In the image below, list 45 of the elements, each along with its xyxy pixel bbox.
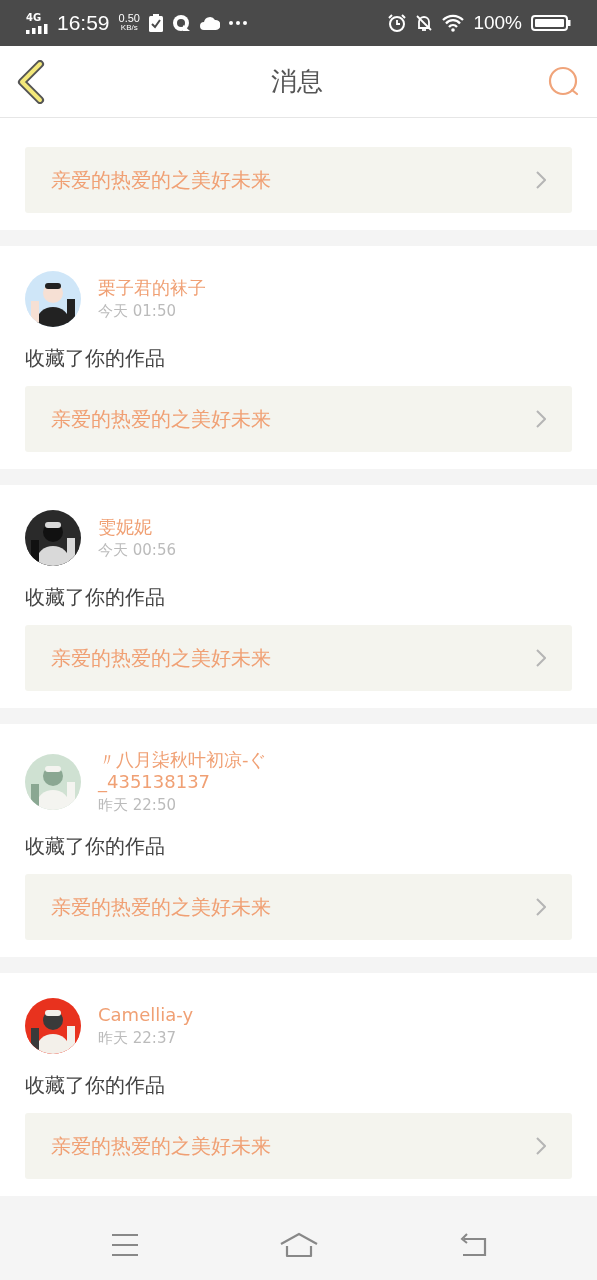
message-time: 昨天 22:50	[98, 796, 177, 815]
message-text: 收藏了你的作品	[25, 833, 166, 859]
work-title: 亲爱的热爱的之美好未来	[51, 644, 271, 672]
home-icon[interactable]	[278, 1232, 319, 1258]
battery-icon	[531, 15, 571, 31]
cloud-icon	[200, 15, 220, 31]
chevron-right-icon	[536, 410, 546, 428]
work-title: 亲爱的热爱的之美好未来	[51, 166, 271, 194]
work-link[interactable]: 亲爱的热爱的之美好未来	[25, 1113, 572, 1179]
work-link[interactable]: 亲爱的热爱的之美好未来	[25, 874, 572, 940]
work-link[interactable]: 亲爱的热爱的之美好未来	[25, 386, 572, 452]
network-type: 4G	[26, 12, 42, 23]
message-text: 收藏了你的作品	[25, 1072, 166, 1098]
speed-unit: KB/s	[120, 23, 138, 33]
message-time: 今天 00:56	[98, 541, 177, 560]
signal-icon	[26, 23, 48, 34]
chevron-right-icon	[536, 1137, 546, 1155]
message-time: 今天 01:50	[98, 302, 177, 321]
work-link[interactable]: 亲爱的热爱的之美好未来	[25, 625, 572, 691]
clipboard-check-icon	[149, 14, 163, 32]
chevron-right-icon	[536, 649, 546, 667]
work-title: 亲爱的热爱的之美好未来	[51, 405, 271, 433]
user-name[interactable]: Camellia-y	[98, 1004, 308, 1026]
menu-icon[interactable]	[109, 1233, 140, 1257]
message-text: 收藏了你的作品	[25, 584, 166, 610]
user-name[interactable]: 栗子君的袜子	[98, 277, 308, 299]
work-title: 亲爱的热爱的之美好未来	[51, 1132, 271, 1160]
work-title: 亲爱的热爱的之美好未来	[51, 893, 271, 921]
message-text: 收藏了你的作品	[25, 345, 166, 371]
user-name[interactable]: 〃八月柒秋叶初凉-ぐ_435138137	[98, 749, 308, 793]
message-time: 昨天 22:37	[98, 1029, 177, 1048]
alarm-icon	[388, 14, 407, 32]
back-icon[interactable]	[16, 59, 46, 104]
chevron-right-icon	[536, 898, 546, 916]
page-title: 消息	[270, 65, 323, 98]
muted-bell-icon	[415, 14, 434, 32]
wifi-icon	[442, 14, 465, 32]
battery-percent: 100%	[473, 12, 522, 34]
more-icon	[229, 21, 247, 25]
user-name[interactable]: 雯妮妮	[98, 516, 308, 538]
work-link[interactable]: 亲爱的热爱的之美好未来	[25, 147, 572, 213]
clock-time: 16:59	[57, 11, 110, 35]
speed-value: 0.50	[118, 13, 140, 23]
app-notification-icon	[172, 14, 191, 32]
chevron-right-icon	[536, 171, 546, 189]
